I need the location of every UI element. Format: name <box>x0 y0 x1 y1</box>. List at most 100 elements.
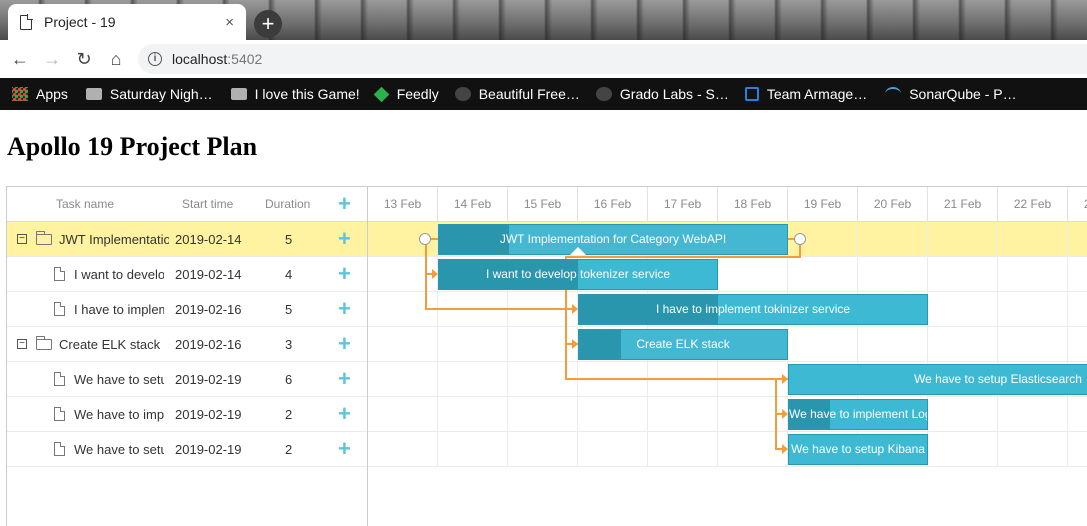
task-row[interactable]: We have to setup Kibana 2019-02-19 2 + <box>7 432 367 467</box>
site-info-icon[interactable]: i <box>148 52 162 66</box>
bookmark-feedly[interactable]: Feedly <box>373 86 439 102</box>
task-bar-label: We have to implement Logstash <box>789 407 927 421</box>
task-name: I want to develop tokenizer service <box>74 267 164 282</box>
bookmark-saturday[interactable]: Saturday Nigh… <box>85 86 213 102</box>
close-tab-icon[interactable]: × <box>225 14 234 31</box>
file-icon <box>54 407 65 421</box>
file-icon <box>54 372 65 386</box>
url-port: :5402 <box>227 51 263 67</box>
grid-header: Task name Start time Duration + <box>7 187 367 222</box>
add-subtask-icon[interactable]: + <box>338 298 351 320</box>
bookmark-beautiful[interactable]: Beautiful Free… <box>454 86 580 102</box>
task-bar[interactable]: We have to implement Logstash <box>788 399 928 430</box>
task-duration: 5 <box>285 232 293 247</box>
add-task-icon[interactable]: + <box>338 193 351 215</box>
task-start: 2019-02-19 <box>175 372 242 387</box>
bookmark-grado[interactable]: Grado Labs - S… <box>595 86 729 102</box>
task-progress <box>439 225 509 254</box>
task-bar-label: We have to setup Kibana <box>791 442 925 456</box>
folder-icon <box>85 88 102 100</box>
feedly-icon <box>373 86 389 102</box>
bookmark-love-game[interactable]: I love this Game! <box>230 86 360 102</box>
task-row[interactable]: I have to implement tokinizer service 201… <box>7 292 367 327</box>
task-start: 2019-02-16 <box>175 337 242 352</box>
task-bar-label: I want to develop tokenizer service <box>485 267 671 281</box>
task-row[interactable]: − Create ELK stack 2019-02-16 3 + <box>7 327 367 362</box>
site-icon <box>595 87 612 101</box>
add-subtask-icon[interactable]: + <box>338 228 351 250</box>
link-start-handle[interactable] <box>419 233 431 245</box>
page-icon <box>20 13 33 30</box>
task-bar-label: We have to setup Elasticsearch <box>914 372 1082 386</box>
task-bar[interactable]: I have to implement tokinizer service <box>578 294 928 325</box>
task-duration: 4 <box>285 267 293 282</box>
task-bar[interactable]: Create ELK stack <box>578 329 788 360</box>
bookmark-team[interactable]: Team Armage… <box>744 86 868 102</box>
forward-arrow-icon[interactable]: → <box>36 49 68 70</box>
task-name: Create ELK stack <box>59 337 161 352</box>
dependency-link[interactable] <box>775 378 788 415</box>
bookmark-sonarqube[interactable]: SonarQube - P… <box>885 86 1017 102</box>
add-subtask-icon[interactable]: + <box>338 368 351 390</box>
task-name: JWT Implementation for Category WebAPI <box>59 232 169 247</box>
column-start-time[interactable]: Start time <box>182 197 233 211</box>
task-duration: 5 <box>285 302 293 317</box>
progress-drag-handle[interactable] <box>570 247 586 255</box>
task-bar[interactable]: JWT Implementation for Category WebAPI <box>438 224 788 255</box>
collapse-toggle-icon[interactable]: − <box>17 234 27 244</box>
task-bar[interactable]: We have to setup Kibana <box>788 434 928 465</box>
gantt-chart: Task name Start time Duration + − JWT Imp… <box>6 186 1087 526</box>
task-start: 2019-02-14 <box>175 232 242 247</box>
task-row[interactable]: We have to setup Elasticsearch 2019-02-19… <box>7 362 367 397</box>
bookmark-label: Team Armage… <box>766 86 868 102</box>
bookmark-label: SonarQube - P… <box>909 86 1017 102</box>
task-bar[interactable]: We have to setup Elasticsearch <box>788 364 1087 395</box>
folder-open-icon <box>36 336 52 350</box>
browser-toolbar: ← → ↻ ⌂ i localhost:5402 <box>0 40 1087 78</box>
task-row[interactable]: We have to implement Logstash 2019-02-19 2… <box>7 397 367 432</box>
file-icon <box>54 442 65 456</box>
task-row[interactable]: I want to develop tokenizer service 2019-… <box>7 257 367 292</box>
task-bar-label: Create ELK stack <box>636 337 730 351</box>
task-name: I have to implement tokinizer service <box>74 302 164 317</box>
reload-icon[interactable]: ↻ <box>68 49 100 70</box>
task-duration: 2 <box>285 442 293 457</box>
address-bar[interactable]: i localhost:5402 <box>138 44 1087 74</box>
folder-open-icon <box>36 231 52 245</box>
task-start: 2019-02-14 <box>175 267 242 282</box>
link-end-handle[interactable] <box>794 233 806 245</box>
task-bar-label: I have to implement tokinizer service <box>655 302 851 316</box>
new-tab-button[interactable]: + <box>254 10 282 38</box>
add-subtask-icon[interactable]: + <box>338 333 351 355</box>
task-name: We have to setup Kibana <box>74 442 164 457</box>
column-duration[interactable]: Duration <box>265 197 310 211</box>
file-icon <box>54 267 65 281</box>
task-row[interactable]: − JWT Implementation for Category WebAPI 2… <box>7 222 367 257</box>
bookmark-label: Apps <box>36 86 68 102</box>
home-icon[interactable]: ⌂ <box>100 49 132 70</box>
page-title: Apollo 19 Project Plan <box>7 132 258 161</box>
task-bar[interactable]: I want to develop tokenizer service <box>438 259 718 290</box>
add-subtask-icon[interactable]: + <box>338 403 351 425</box>
add-subtask-icon[interactable]: + <box>338 263 351 285</box>
collapse-toggle-icon[interactable]: − <box>17 339 27 349</box>
apps-grid-icon <box>12 87 28 101</box>
bookmark-label: Grado Labs - S… <box>619 86 729 102</box>
browser-tab[interactable]: Project - 19 × <box>8 4 246 40</box>
back-arrow-icon[interactable]: ← <box>4 49 36 70</box>
browser-chrome: Project - 19 × + ← → ↻ ⌂ i localhost:540… <box>0 0 1087 110</box>
task-start: 2019-02-16 <box>175 302 242 317</box>
bookmark-label: I love this Game! <box>254 86 360 102</box>
bookmark-apps[interactable]: Apps <box>12 86 68 102</box>
task-duration: 3 <box>285 337 293 352</box>
task-progress <box>579 330 621 359</box>
tab-title: Project - 19 <box>44 14 116 30</box>
file-icon <box>54 302 65 316</box>
azure-devops-icon <box>744 87 759 101</box>
task-duration: 2 <box>285 407 293 422</box>
add-subtask-icon[interactable]: + <box>338 438 351 460</box>
sonarqube-icon <box>885 87 902 101</box>
column-task-name[interactable]: Task name <box>56 197 114 211</box>
bookmark-label: Beautiful Free… <box>478 86 580 102</box>
url-host: localhost <box>172 51 228 67</box>
